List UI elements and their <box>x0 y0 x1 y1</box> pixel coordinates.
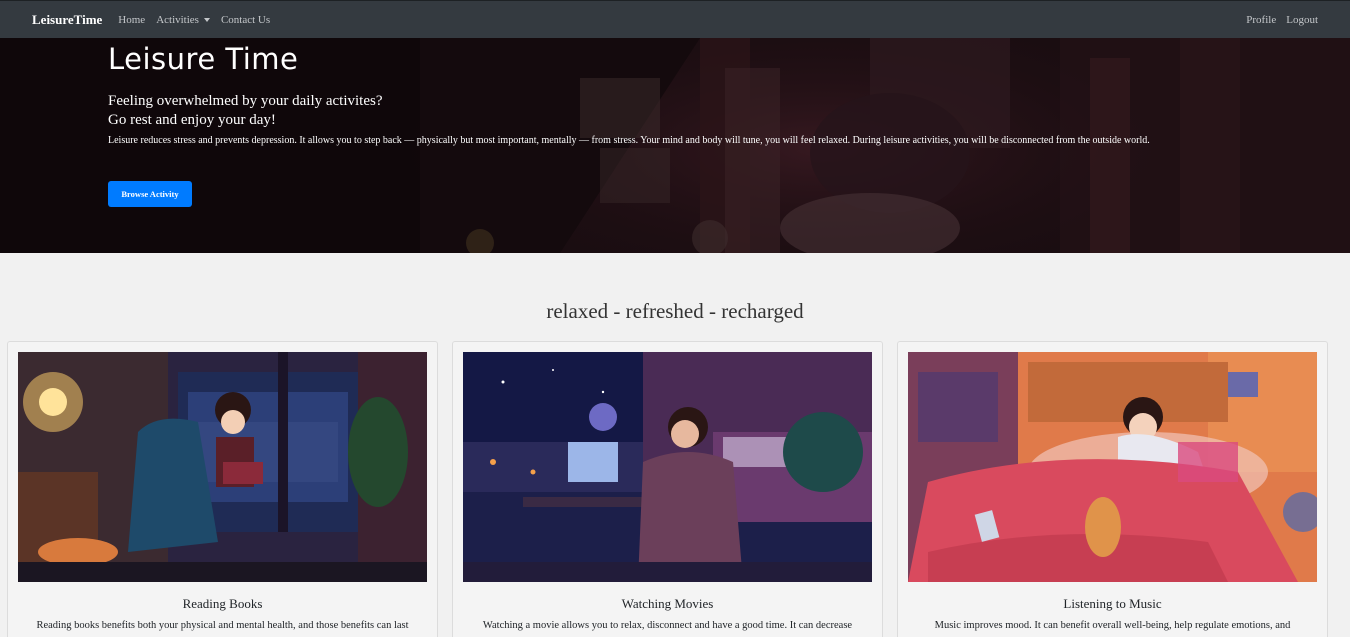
activity-card-movies[interactable]: Watching Movies Watching a movie allows … <box>452 341 883 637</box>
card-text: Reading books benefits both your physica… <box>36 620 409 631</box>
card-text: Watching a movie allows you to relax, di… <box>482 620 853 631</box>
nav-right-group: Profile Logout <box>1236 14 1318 26</box>
card-title: Listening to Music <box>1063 596 1162 611</box>
hero-description: Leisure reduces stress and prevents depr… <box>108 135 1150 146</box>
hero-subtitle-line1: Feeling overwhelmed by your daily activi… <box>108 93 383 109</box>
card-title: Watching Movies <box>621 596 714 611</box>
tagline: relaxed - refreshed - recharged <box>546 299 804 323</box>
nav-logout-link[interactable]: Logout <box>1286 14 1318 26</box>
listening-music-image <box>908 352 1317 582</box>
nav-activities-dropdown[interactable]: Activities <box>156 14 210 26</box>
hero-title: Leisure Time <box>108 42 299 76</box>
card-title: Reading Books <box>182 596 263 611</box>
brand-logo[interactable]: LeisureTime <box>32 12 102 28</box>
nav-activities-label: Activities <box>156 13 199 26</box>
activity-card-reading[interactable]: Reading Books Reading books benefits bot… <box>7 341 438 637</box>
card-text: Music improves mood. It can benefit over… <box>934 620 1291 631</box>
hero-subtitle: Feeling overwhelmed by your daily activi… <box>108 92 383 130</box>
chevron-down-icon <box>203 17 210 22</box>
reading-books-image <box>18 352 427 582</box>
hero-banner: Leisure Time Feeling overwhelmed by your… <box>0 38 1350 253</box>
nav-contact-link[interactable]: Contact Us <box>221 14 270 26</box>
watching-movies-image <box>463 352 872 582</box>
nav-home-link[interactable]: Home <box>118 14 145 26</box>
navbar: LeisureTime Home Activities Contact Us P… <box>0 0 1350 38</box>
hero-subtitle-line2: Go rest and enjoy your day! <box>108 112 276 128</box>
activity-card-music[interactable]: Listening to Music Music improves mood. … <box>897 341 1328 637</box>
browse-activity-button[interactable]: Browse Activity <box>108 181 192 207</box>
nav-profile-link[interactable]: Profile <box>1246 14 1276 26</box>
